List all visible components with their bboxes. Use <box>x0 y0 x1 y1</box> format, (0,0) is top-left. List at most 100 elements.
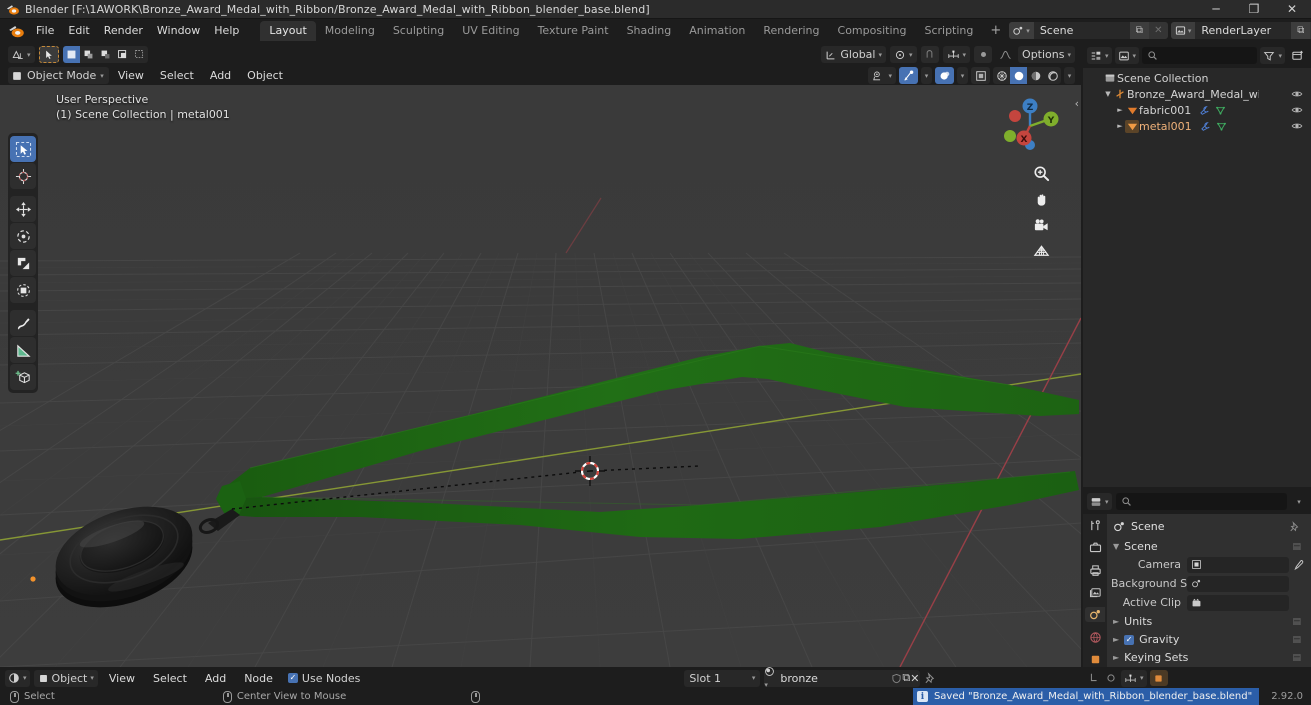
shader-menu-node[interactable]: Node <box>237 669 280 688</box>
tool-measure[interactable] <box>10 337 36 363</box>
panel-gravity[interactable]: ► ✓ Gravity ▤ <box>1111 631 1305 649</box>
expand-disclosure-icon[interactable]: ► <box>1115 122 1125 130</box>
material-slot-selector[interactable]: Slot 1 ▾ <box>684 669 761 687</box>
scene-name[interactable]: Scene <box>1033 22 1130 39</box>
proportional-editing-toggle[interactable] <box>974 46 993 63</box>
world-properties-tab[interactable] <box>1085 629 1105 644</box>
outliner-editor[interactable]: ▾ ▾ ▾ Scene Collection ▼ Bronze_Award_Me… <box>1083 43 1311 487</box>
status-report[interactable]: i Saved "Bronze_Award_Medal_with_Ribbon_… <box>912 688 1260 705</box>
transform-orientation-selector[interactable]: Global ▾ <box>821 46 886 63</box>
view-layer-properties-tab[interactable] <box>1085 585 1105 600</box>
viewport-canvas[interactable]: User Perspective (1) Scene Collection | … <box>0 85 1081 667</box>
eyedropper-icon[interactable] <box>1291 559 1305 571</box>
fake-user-button[interactable] <box>891 673 902 684</box>
tab-uv-editing[interactable]: UV Editing <box>453 21 528 41</box>
tab-animation[interactable]: Animation <box>680 21 754 41</box>
output-properties-tab[interactable] <box>1085 563 1105 578</box>
modifier-icon[interactable] <box>1199 105 1210 116</box>
shader-type-selector[interactable]: Object ▾ <box>33 669 98 687</box>
object-properties-tab[interactable] <box>1085 652 1105 667</box>
maximize-button[interactable]: ❐ <box>1235 0 1273 19</box>
viewport-menu-object[interactable]: Object <box>240 66 290 85</box>
properties-editor[interactable]: ▾ ▾ Scene ▼ Scene ▤ Camera Background S … <box>1083 489 1311 667</box>
mesh-data-icon[interactable] <box>1215 105 1226 116</box>
viewlayer-datablock[interactable]: ▾ RenderLayer ⧉ ✕ <box>1170 22 1311 39</box>
viewport-menu-view[interactable]: View <box>111 66 151 85</box>
outliner-row-scene-collection[interactable]: Scene Collection <box>1083 70 1311 86</box>
camera-field[interactable] <box>1187 556 1289 573</box>
tab-layout[interactable]: Layout <box>260 20 316 41</box>
material-datablock[interactable]: ▾ bronze ⧉ ✕ <box>764 667 920 689</box>
material-name[interactable]: bronze <box>775 669 892 687</box>
expand-disclosure-icon[interactable]: ► <box>1115 106 1125 114</box>
pin-icon[interactable] <box>924 671 938 685</box>
hand-icon[interactable] <box>1031 189 1051 209</box>
tool-add-cube[interactable] <box>10 364 36 390</box>
outliner-row-fabric001[interactable]: ► fabric001 <box>1083 102 1311 118</box>
new-viewlayer-button[interactable]: ⧉ <box>1291 22 1311 39</box>
show-gizmo-toggle[interactable] <box>899 67 918 84</box>
new-collection-icon[interactable] <box>1288 47 1307 64</box>
xray-toggle[interactable] <box>971 67 990 84</box>
overlay-options-caret[interactable]: ▾ <box>957 67 968 84</box>
collapse-disclosure-icon[interactable]: ▼ <box>1103 90 1113 98</box>
grid-icon[interactable] <box>1031 241 1051 261</box>
gravity-checkbox[interactable]: ✓ <box>1124 634 1135 645</box>
viewport-options-menu[interactable]: Options ▾ <box>1018 46 1075 63</box>
panel-keying-sets[interactable]: ► Keying Sets ▤ <box>1111 649 1305 667</box>
shader-menu-view[interactable]: View <box>102 669 142 688</box>
sidebar-toggle-arrow[interactable]: ‹ <box>1075 97 1079 110</box>
outliner-editor-type[interactable]: ▾ <box>1087 47 1112 64</box>
tool-rotate[interactable] <box>10 223 36 249</box>
active-tool-indicator[interactable] <box>38 46 59 63</box>
outliner-display-mode[interactable]: ▾ <box>1114 47 1140 64</box>
camera-icon[interactable] <box>1031 215 1051 235</box>
panel-units[interactable]: ► Units ▤ <box>1111 613 1305 631</box>
render-properties-tab[interactable] <box>1085 540 1105 555</box>
hide-in-viewport-icon[interactable] <box>1291 88 1303 100</box>
blender-menu-icon[interactable] <box>8 22 25 39</box>
minimize-button[interactable]: ─ <box>1197 0 1235 19</box>
properties-options-caret[interactable]: ▾ <box>1291 493 1307 510</box>
proportional-editing-icon[interactable] <box>1104 672 1118 684</box>
modifier-icon[interactable] <box>1200 121 1211 132</box>
show-overlays-toggle[interactable] <box>935 67 954 84</box>
shader-menu-select[interactable]: Select <box>146 669 194 688</box>
unlink-scene-button[interactable]: ✕ <box>1148 22 1168 39</box>
tool-annotate[interactable] <box>10 310 36 336</box>
interaction-mode-selector[interactable]: Object Mode ▾ <box>8 67 109 84</box>
select-mode-group[interactable] <box>62 46 148 63</box>
mesh-data-icon[interactable] <box>1216 121 1227 132</box>
gizmo-options-caret[interactable]: ▾ <box>921 67 932 84</box>
tool-transform[interactable] <box>10 277 36 303</box>
navigation-gizmo[interactable]: Z Y X <box>997 93 1063 159</box>
zoom-icon[interactable] <box>1031 163 1051 183</box>
outliner-search-input[interactable] <box>1142 47 1258 64</box>
shader-editor-type[interactable]: ▾ <box>5 669 30 687</box>
menu-render[interactable]: Render <box>97 21 150 40</box>
hide-in-viewport-icon[interactable] <box>1291 120 1303 132</box>
editor-type-selector[interactable]: ▾ <box>8 46 35 63</box>
scene-properties-tab[interactable] <box>1085 607 1105 623</box>
3d-viewport[interactable]: User Perspective (1) Scene Collection | … <box>0 43 1081 667</box>
tool-select-box[interactable] <box>10 136 36 162</box>
transform-snap-icon[interactable] <box>1087 672 1101 684</box>
menu-file[interactable]: File <box>29 21 61 40</box>
visibility-selector[interactable]: ▾ <box>868 67 896 84</box>
menu-help[interactable]: Help <box>207 21 246 40</box>
viewport-menu-add[interactable]: Add <box>203 66 238 85</box>
menu-window[interactable]: Window <box>150 21 207 40</box>
tab-compositing[interactable]: Compositing <box>829 21 916 41</box>
snapping-toggle[interactable] <box>920 46 939 63</box>
scene-datablock[interactable]: ▾ Scene ⧉ ✕ <box>1009 22 1168 39</box>
use-nodes-toggle[interactable]: ✓ Use Nodes <box>284 672 360 685</box>
tab-shading[interactable]: Shading <box>618 21 681 41</box>
snap-pivot-selector[interactable]: ▾ <box>890 46 917 63</box>
properties-search-input[interactable] <box>1115 493 1287 510</box>
tool-properties-tab[interactable] <box>1085 518 1105 533</box>
pin-icon[interactable] <box>1289 520 1305 533</box>
tool-scale[interactable] <box>10 250 36 276</box>
tab-modeling[interactable]: Modeling <box>316 21 384 41</box>
filter-icon[interactable]: ▾ <box>1260 47 1285 64</box>
outliner-row-metal001[interactable]: ► metal001 <box>1083 118 1311 134</box>
